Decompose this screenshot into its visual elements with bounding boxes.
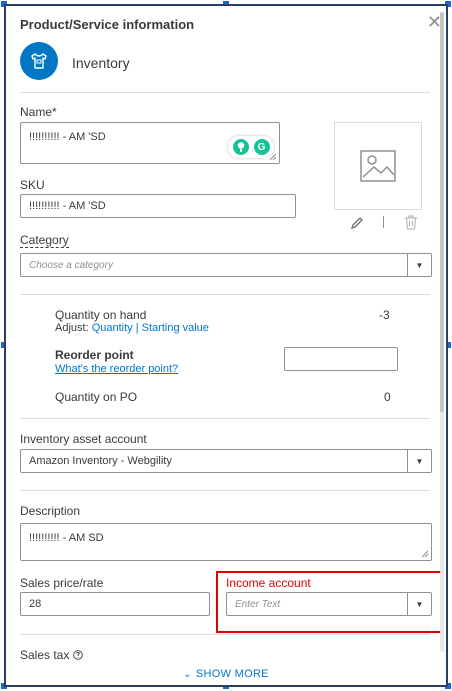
name-label: Name* — [20, 105, 57, 119]
divider — [20, 490, 430, 491]
icon-separator — [383, 216, 384, 228]
sku-field[interactable]: !!!!!!!!!! - AM 'SD — [20, 194, 296, 218]
inventory-type-icon[interactable] — [20, 42, 58, 80]
reorder-point-help-link[interactable]: What's the reorder point? — [55, 363, 178, 375]
help-icon[interactable] — [72, 650, 83, 660]
sku-value: !!!!!!!!!! - AM 'SD — [29, 200, 106, 212]
adjust-starting-value-link[interactable]: Starting value — [142, 322, 209, 334]
quantity-on-po-label: Quantity on PO — [55, 390, 138, 404]
sales-price-field[interactable]: 28 — [20, 592, 210, 616]
income-account-dropdown[interactable]: Enter Text ▼ — [226, 592, 432, 616]
description-value: !!!!!!!!!! - AM SD — [29, 532, 104, 544]
grammarly-g-icon[interactable]: G — [253, 139, 270, 155]
edit-pencil-icon[interactable] — [350, 216, 364, 230]
panel-title: Product/Service information — [20, 17, 195, 32]
sales-tax-text: Sales tax — [20, 648, 70, 662]
product-service-panel: Product/Service information ✕ Inventory … — [4, 4, 448, 687]
resize-handle-icon[interactable] — [421, 550, 429, 558]
image-icon — [360, 150, 396, 182]
divider — [20, 92, 430, 93]
category-placeholder: Choose a category — [29, 259, 113, 271]
chevron-down-icon[interactable]: ▼ — [407, 450, 431, 472]
show-more-label: SHOW MORE — [195, 668, 269, 680]
chevron-down-icon[interactable]: ▼ — [407, 254, 431, 276]
divider — [20, 418, 430, 419]
adjust-row: Adjust: Quantity | Starting value — [55, 322, 209, 334]
product-image-placeholder[interactable] — [334, 122, 422, 210]
description-label: Description — [20, 504, 81, 518]
quantity-on-hand-value: -3 — [379, 308, 390, 322]
delete-trash-icon[interactable] — [404, 215, 418, 230]
product-type-label[interactable]: Inventory — [72, 55, 130, 71]
reorder-point-label: Reorder point — [55, 348, 134, 362]
adjust-quantity-link[interactable]: Quantity — [92, 322, 133, 334]
description-field[interactable]: !!!!!!!!!! - AM SD — [20, 523, 432, 561]
divider — [20, 294, 430, 295]
income-account-placeholder: Enter Text — [235, 598, 281, 610]
chevron-down-icon[interactable]: ▼ — [407, 593, 431, 615]
name-value: !!!!!!!!!! - AM 'SD — [29, 131, 106, 143]
scrollbar-thumb[interactable] — [440, 12, 444, 412]
show-more-button[interactable]: ⌄ SHOW MORE — [6, 662, 446, 686]
inventory-asset-dropdown[interactable]: Amazon Inventory - Webgility ▼ — [20, 449, 432, 473]
category-dropdown[interactable]: Choose a category ▼ — [20, 253, 432, 277]
adjust-separator: | — [135, 322, 139, 334]
divider — [20, 634, 430, 635]
adjust-prefix: Adjust: — [55, 322, 89, 334]
grammarly-bulb-icon[interactable] — [232, 139, 249, 155]
inventory-asset-label: Inventory asset account — [20, 432, 147, 446]
sales-tax-label: Sales tax — [20, 648, 83, 662]
sales-price-value: 28 — [29, 598, 42, 610]
category-label[interactable]: Category — [20, 233, 69, 248]
tshirt-icon — [31, 53, 47, 69]
chevron-down-icon: ⌄ — [183, 668, 192, 680]
reorder-point-field[interactable] — [284, 347, 398, 371]
sales-price-label: Sales price/rate — [20, 576, 104, 590]
quantity-on-hand-label: Quantity on hand — [55, 308, 147, 322]
inventory-asset-value: Amazon Inventory - Webgility — [29, 455, 172, 467]
income-account-label: Income account — [226, 576, 311, 590]
quantity-on-po-value: 0 — [384, 390, 391, 404]
grammarly-widget[interactable]: G — [228, 136, 274, 158]
sku-label: SKU — [20, 178, 45, 192]
